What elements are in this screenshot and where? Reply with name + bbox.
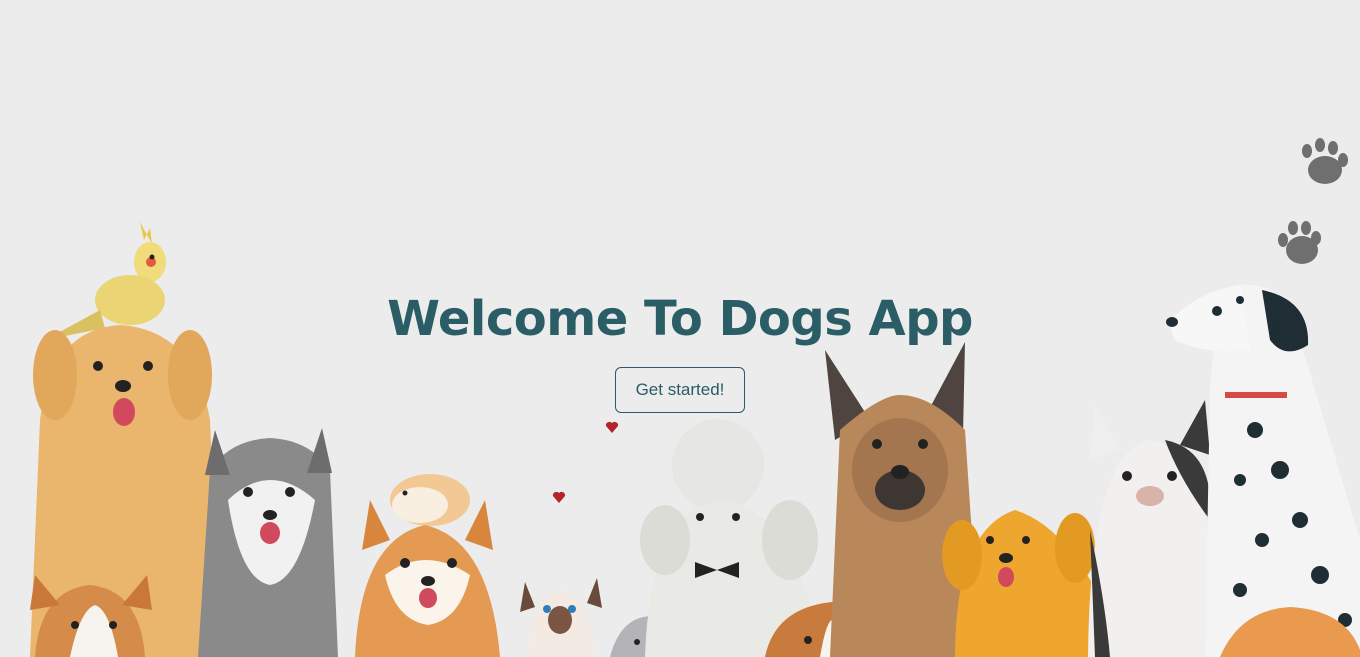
hamster <box>390 474 470 526</box>
heart-icon <box>552 491 566 503</box>
paw-print-icon <box>1278 221 1321 264</box>
french-bulldog-dog <box>1088 400 1222 657</box>
siamese-kitten <box>520 578 602 657</box>
hero-section: Welcome To Dogs App Get started! <box>0 288 1360 413</box>
heart-icon <box>605 421 619 433</box>
husky-dog <box>198 428 338 657</box>
page-title: Welcome To Dogs App <box>387 291 973 347</box>
paw-print-icon <box>1302 138 1348 184</box>
get-started-button[interactable]: Get started! <box>614 367 746 413</box>
